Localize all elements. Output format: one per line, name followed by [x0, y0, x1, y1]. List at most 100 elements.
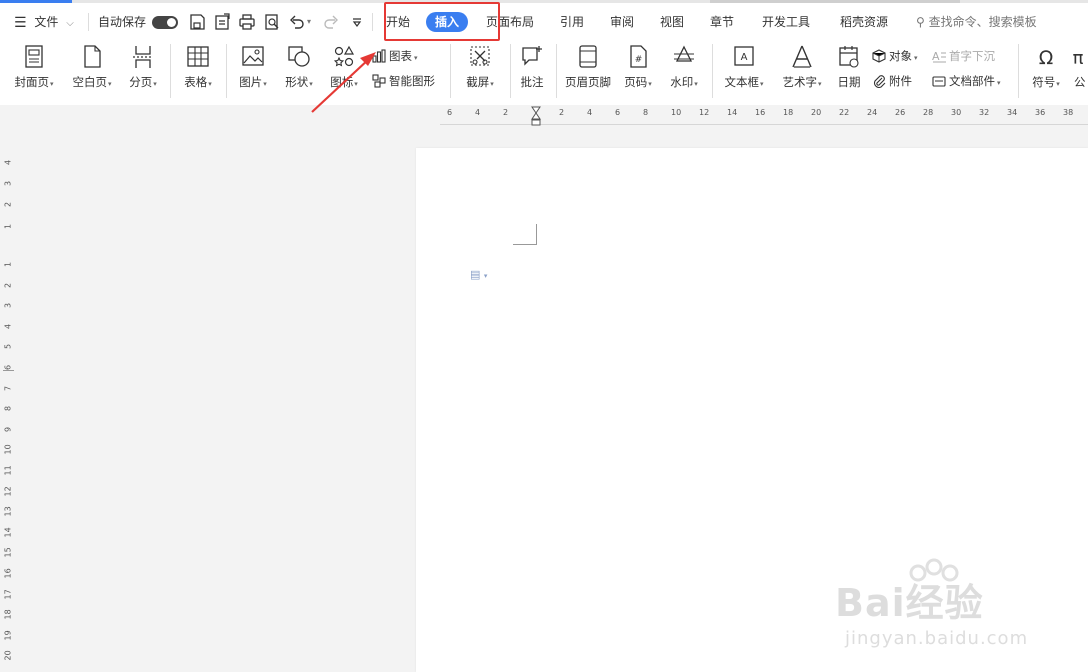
- ruler-tick: 12: [699, 108, 710, 117]
- formula-button[interactable]: π 公: [1068, 44, 1088, 98]
- chart-label: 图表: [389, 49, 412, 63]
- vertical-ruler[interactable]: 4 3 2 1 1 2 3 4 5 6 7 8 9 10 11 12 13 14 15 16 17 18 19 20: [0, 127, 16, 672]
- ruler-tick: 15: [3, 547, 13, 558]
- autosave-toggle[interactable]: [152, 16, 178, 29]
- search-placeholder: 查找命令、搜索模板: [928, 15, 1037, 29]
- watermark-label: 水印: [670, 75, 694, 89]
- ruler-tick: 2: [3, 282, 13, 288]
- command-search[interactable]: ⚲ 查找命令、搜索模板: [916, 8, 1037, 36]
- svg-text:A: A: [741, 52, 748, 63]
- ruler-tick: 24: [867, 108, 878, 117]
- watermark-url: jingyan.baidu.com: [845, 628, 1029, 649]
- watermark-icon: [672, 44, 696, 70]
- export-pdf-icon[interactable]: [213, 13, 231, 31]
- doc-parts-icon: [932, 74, 946, 88]
- hamburger-icon: ☰: [14, 15, 27, 31]
- ruler-tick: 30: [951, 108, 962, 117]
- wordart-icon: [790, 44, 814, 70]
- page-break-button[interactable]: 分页▾: [122, 44, 164, 98]
- textbox-icon: A: [732, 44, 756, 70]
- drop-cap-label: 首字下沉: [949, 49, 995, 63]
- blank-page-button[interactable]: 空白页▾: [66, 44, 118, 98]
- textbox-button[interactable]: A 文本框▾: [718, 44, 770, 98]
- ruler-tick: 2: [3, 201, 13, 208]
- title-tabs-strip: [0, 0, 1088, 3]
- ruler-tick: 20: [811, 108, 822, 117]
- customize-quickbar-icon[interactable]: [348, 13, 366, 31]
- paragraph-layout-icon[interactable]: ▤ ▾: [470, 268, 487, 281]
- indent-marker[interactable]: [531, 106, 541, 126]
- doc-parts-button[interactable]: 文档部件 ▾: [932, 72, 1001, 90]
- redo-icon[interactable]: [322, 13, 340, 31]
- tab-review[interactable]: 审阅: [610, 8, 634, 36]
- blank-page-label: 空白页: [72, 75, 107, 89]
- ruler-tick: 34: [1007, 108, 1018, 117]
- ruler-tick: 36: [1035, 108, 1046, 117]
- object-button[interactable]: 对象 ▾: [872, 47, 918, 65]
- ruler-tick: 6: [3, 364, 13, 371]
- comment-icon: [520, 44, 544, 70]
- page-break-icon: [131, 44, 155, 70]
- undo-icon[interactable]: [288, 13, 306, 31]
- header-footer-button[interactable]: 页眉页脚: [562, 44, 614, 98]
- cover-page-label: 封面页: [14, 75, 49, 89]
- header-footer-label: 页眉页脚: [565, 75, 611, 89]
- date-button[interactable]: 日期: [832, 44, 866, 98]
- print-icon[interactable]: [238, 13, 256, 31]
- file-menu[interactable]: ☰ 文件 ⌵: [14, 8, 74, 36]
- page-break-label: 分页: [129, 75, 153, 89]
- tab-section[interactable]: 章节: [710, 8, 734, 36]
- drop-cap-icon: A: [932, 49, 946, 63]
- page-number-label: 页码: [624, 75, 648, 89]
- screenshot-button[interactable]: 截屏▾: [458, 44, 502, 98]
- ruler-tick: 20: [3, 650, 13, 661]
- ruler-tick: 38: [1063, 108, 1074, 117]
- divider: [510, 44, 511, 98]
- horizontal-ruler[interactable]: 6 4 2 2 4 6 8 10 12 14 16 18 20 22 24 26 28 30 32 34 36 38: [0, 105, 1088, 127]
- svg-text:#: #: [635, 55, 643, 65]
- tab-docer[interactable]: 稻壳资源: [840, 8, 888, 36]
- ruler-tick: 1: [3, 223, 13, 230]
- cover-page-button[interactable]: 封面页▾: [8, 44, 60, 98]
- divider: [556, 44, 557, 98]
- tab-references[interactable]: 引用: [560, 8, 584, 36]
- divider: [226, 44, 227, 98]
- paperclip-icon: [872, 74, 886, 88]
- picture-button[interactable]: 图片▾: [232, 44, 274, 98]
- symbol-label: 符号: [1032, 75, 1056, 89]
- drop-cap-button[interactable]: A 首字下沉: [932, 47, 995, 65]
- divider: [450, 44, 451, 98]
- ruler-tick: 8: [643, 108, 649, 117]
- watermark-button[interactable]: 水印▾: [664, 44, 704, 98]
- page-number-button[interactable]: # 页码▾: [618, 44, 658, 98]
- ruler-tick: 14: [727, 108, 738, 117]
- ruler-tick: 14: [3, 527, 13, 538]
- cover-page-icon: [22, 44, 46, 70]
- omega-icon: Ω: [1034, 44, 1058, 70]
- ruler-tick: 22: [839, 108, 850, 117]
- tab-view[interactable]: 视图: [660, 8, 684, 36]
- ruler-tick: 3: [3, 180, 13, 187]
- ruler-tick: 16: [755, 108, 766, 117]
- wordart-button[interactable]: 艺术字▾: [776, 44, 828, 98]
- comment-button[interactable]: 批注: [514, 44, 550, 98]
- undo-dropdown-icon[interactable]: ▾: [307, 8, 311, 36]
- date-label: 日期: [837, 75, 861, 89]
- comment-label: 批注: [520, 75, 544, 89]
- doc-parts-label: 文档部件: [949, 74, 995, 88]
- tab-developer[interactable]: 开发工具: [762, 8, 810, 36]
- ruler-tick: 12: [3, 485, 13, 497]
- ruler-tick: 10: [3, 444, 13, 455]
- text-margin-marker: [513, 224, 537, 245]
- divider: [88, 13, 89, 31]
- table-button[interactable]: 表格▾: [176, 44, 220, 98]
- picture-label: 图片: [239, 75, 263, 89]
- ruler-tick: 6: [447, 108, 453, 117]
- ruler-tick: 11: [3, 465, 13, 476]
- ruler-tick: 7: [3, 385, 13, 391]
- ruler-tick: 4: [3, 159, 13, 166]
- symbol-button[interactable]: Ω 符号▾: [1026, 44, 1066, 98]
- attachment-button[interactable]: 附件: [872, 72, 912, 90]
- print-preview-icon[interactable]: [263, 13, 281, 31]
- save-icon[interactable]: [188, 13, 206, 31]
